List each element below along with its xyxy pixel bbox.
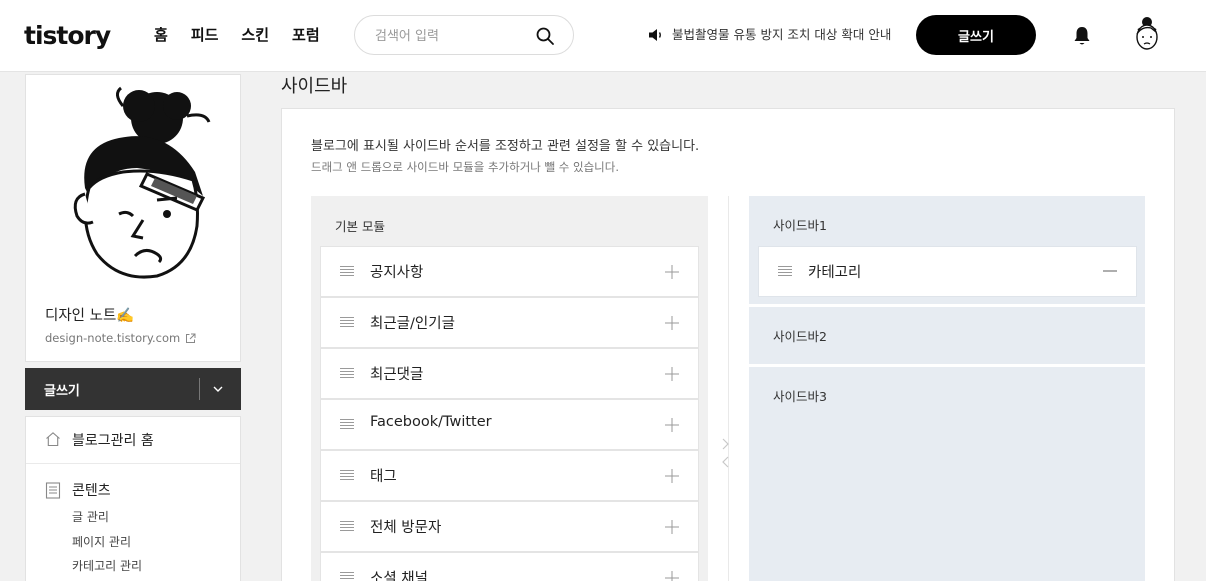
write-post-button[interactable]: 글쓰기 <box>916 15 1036 55</box>
menu-content-label[interactable]: 콘텐츠 <box>72 480 111 500</box>
blog-profile-image[interactable] <box>27 76 239 288</box>
notice-text: 불법촬영물 유통 방지 조치 대상 확대 안내 <box>672 27 892 42</box>
nav-forum[interactable]: 포럼 <box>292 24 320 46</box>
page-description: 블로그에 표시될 사이드바 순서를 조정하고 관련 설정을 할 수 있습니다. <box>311 139 700 154</box>
blog-url-text: design-note.tistory.com <box>45 331 181 345</box>
sidebar-write-label: 글쓰기 <box>44 384 80 399</box>
drag-handle-icon[interactable] <box>778 265 792 277</box>
sidebar3-title: 사이드바3 <box>773 389 827 404</box>
submenu-category-manage[interactable]: 카테고리 관리 <box>72 557 142 574</box>
profile-illustration-icon <box>73 86 211 279</box>
notice-link[interactable]: 불법촬영물 유통 방지 조치 대상 확대 안내 <box>648 26 891 44</box>
blog-url-link[interactable]: design-note.tistory.com <box>45 331 196 345</box>
plus-icon[interactable] <box>665 316 679 330</box>
module-name: 태그 <box>370 469 397 485</box>
plus-icon[interactable] <box>665 571 679 581</box>
nav-feed[interactable]: 피드 <box>191 24 219 46</box>
search-icon[interactable] <box>535 26 555 46</box>
module-name: 전체 방문자 <box>370 520 442 536</box>
move-arrows-icon <box>722 438 729 468</box>
blog-profile-card: 디자인 노트✍️ design-note.tistory.com <box>25 74 241 362</box>
module-name: 최근댓글 <box>370 367 424 383</box>
panel-divider <box>728 196 729 581</box>
page-sub-description: 드래그 앤 드롭으로 사이드바 모듈을 추가하거나 뺄 수 있습니다. <box>311 160 619 174</box>
nav-home[interactable]: 홈 <box>154 24 168 46</box>
write-button-divider <box>199 378 200 400</box>
drag-handle-icon[interactable] <box>340 571 354 581</box>
drag-handle-icon[interactable] <box>340 469 354 481</box>
sidebar2-panel: 사이드바2 <box>749 307 1145 364</box>
submenu-page-manage[interactable]: 페이지 관리 <box>72 533 131 550</box>
module-item[interactable]: 최근글/인기글 <box>320 297 699 348</box>
menu-blog-admin-home[interactable]: 블로그관리 홈 <box>26 417 240 464</box>
user-avatar-icon[interactable] <box>1132 16 1162 52</box>
module-item[interactable]: Facebook/Twitter <box>320 399 699 450</box>
external-link-icon <box>186 333 196 343</box>
home-icon <box>46 432 60 447</box>
drag-handle-icon[interactable] <box>340 520 354 532</box>
drag-handle-icon[interactable] <box>340 367 354 379</box>
submenu-post-manage[interactable]: 글 관리 <box>72 508 109 525</box>
module-item[interactable]: 소셜 채널 <box>320 552 699 581</box>
minus-icon[interactable] <box>1103 270 1117 272</box>
module-name: 최근글/인기글 <box>370 316 455 332</box>
basic-modules-panel: 기본 모듈 공지사항 최근글/인기글 최근댓글 Facebook/Twitter… <box>311 196 708 581</box>
plus-icon[interactable] <box>665 418 679 432</box>
sidebar1-title: 사이드바1 <box>773 218 827 233</box>
module-name: Facebook/Twitter <box>370 414 492 430</box>
bell-icon[interactable] <box>1072 25 1092 47</box>
search-box <box>354 15 574 55</box>
module-item[interactable]: 최근댓글 <box>320 348 699 399</box>
basic-modules-title: 기본 모듈 <box>335 219 385 234</box>
sidebar-module-item[interactable]: 카테고리 <box>758 246 1137 297</box>
menu-home-label: 블로그관리 홈 <box>72 433 154 449</box>
sidebar1-panel: 사이드바1 카테고리 <box>749 196 1145 304</box>
sidebar3-panel: 사이드바3 <box>749 367 1145 581</box>
top-header: tistory 홈 피드 스킨 포럼 불법촬영물 유통 방지 조치 대상 확대 … <box>0 0 1206 72</box>
page-title: 사이드바 <box>281 76 348 97</box>
tistory-logo[interactable]: tistory <box>24 18 111 54</box>
module-name: 공지사항 <box>370 265 424 281</box>
module-item[interactable]: 전체 방문자 <box>320 501 699 552</box>
module-item[interactable]: 공지사항 <box>320 246 699 297</box>
module-name: 소셜 채널 <box>370 571 428 581</box>
sidebar2-title: 사이드바2 <box>773 329 827 344</box>
plus-icon[interactable] <box>665 367 679 381</box>
admin-menu: 블로그관리 홈 콘텐츠 글 관리 페이지 관리 카테고리 관리 <box>25 416 241 581</box>
drag-handle-icon[interactable] <box>340 316 354 328</box>
main-nav: 홈 피드 스킨 포럼 <box>154 24 343 46</box>
plus-icon[interactable] <box>665 265 679 279</box>
search-input[interactable] <box>375 25 525 47</box>
document-icon <box>45 482 61 499</box>
plus-icon[interactable] <box>665 469 679 483</box>
plus-icon[interactable] <box>665 520 679 534</box>
chevron-down-icon[interactable] <box>211 382 225 396</box>
nav-skin[interactable]: 스킨 <box>241 24 269 46</box>
blog-name: 디자인 노트✍️ <box>45 308 135 324</box>
drag-handle-icon[interactable] <box>340 418 354 430</box>
sidebar-write-button[interactable]: 글쓰기 <box>25 368 241 410</box>
module-name: 카테고리 <box>808 265 862 281</box>
drag-handle-icon[interactable] <box>340 265 354 277</box>
module-item[interactable]: 태그 <box>320 450 699 501</box>
sidebar-settings-card: 블로그에 표시될 사이드바 순서를 조정하고 관련 설정을 할 수 있습니다. … <box>281 108 1175 581</box>
speaker-icon <box>649 29 661 41</box>
